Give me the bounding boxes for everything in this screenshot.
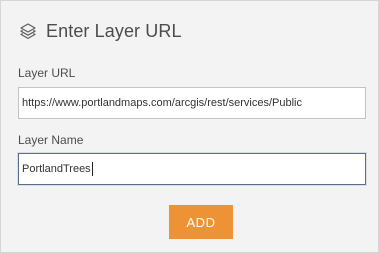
layers-icon: [19, 22, 37, 40]
layer-name-value: PortlandTrees: [22, 163, 91, 175]
layer-name-label: Layer Name: [18, 133, 84, 147]
text-caret: [91, 162, 93, 177]
layer-url-label: Layer URL: [18, 66, 76, 80]
add-layer-panel: Enter Layer URL Layer URL https://www.po…: [0, 0, 379, 253]
panel-title: Enter Layer URL: [46, 20, 182, 41]
layer-url-value: https://www.portlandmaps.com/arcgis/rest…: [22, 97, 302, 109]
layer-name-input[interactable]: PortlandTrees: [18, 153, 366, 185]
panel-header: Enter Layer URL: [19, 20, 182, 42]
add-button[interactable]: ADD: [169, 205, 233, 239]
layer-url-input[interactable]: https://www.portlandmaps.com/arcgis/rest…: [18, 87, 366, 119]
